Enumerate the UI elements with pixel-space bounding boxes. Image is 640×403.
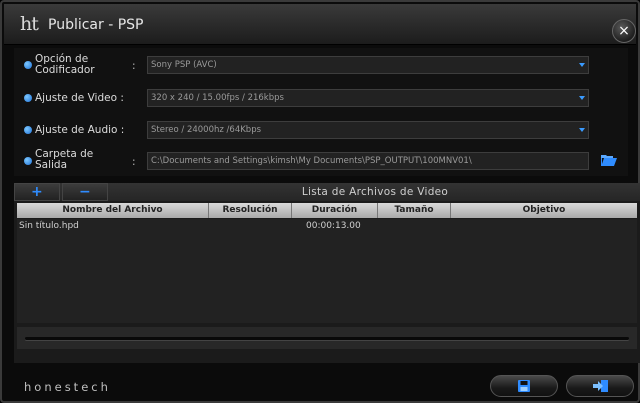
add-file-button[interactable]: +	[14, 183, 60, 201]
minus-icon: −	[79, 184, 91, 200]
column-header-size[interactable]: Tamaño	[378, 203, 451, 218]
column-header-duration[interactable]: Duración	[292, 203, 378, 218]
column-header-resolution[interactable]: Resolución	[209, 203, 292, 218]
output-label-line2: Salida	[35, 159, 68, 171]
folder-open-icon[interactable]	[601, 154, 617, 166]
file-list-body: Sin título.hpd 00:00:13.00	[17, 219, 637, 323]
row-file-name: Sin título.hpd	[19, 221, 79, 231]
settings-panel: Opción de Codificador : Sony PSP (AVC) A…	[14, 48, 628, 176]
plus-icon: +	[31, 184, 43, 200]
brand-logo: honestech	[24, 380, 111, 394]
output-row: Carpeta de Salida : C:\Documents and Set…	[14, 147, 628, 175]
audio-select[interactable]: Stereo / 24000hz /64Kbps	[147, 121, 589, 139]
file-list-header: Nombre del Archivo Resolución Duración T…	[17, 203, 637, 218]
publish-button[interactable]	[566, 375, 634, 397]
file-list-toolbar: + − Lista de Archivos de Video	[14, 183, 640, 201]
file-list-panel: + − Lista de Archivos de Video Nombre de…	[14, 183, 640, 363]
bullet-icon	[24, 61, 32, 69]
dropdown-arrow-icon[interactable]	[579, 128, 585, 132]
bullet-icon	[24, 126, 32, 134]
close-button[interactable]: ×	[612, 19, 636, 43]
file-list-title: Lista de Archivos de Video	[301, 186, 449, 198]
row-duration: 00:00:13.00	[306, 221, 361, 231]
column-header-name[interactable]: Nombre del Archivo	[17, 203, 209, 218]
audio-row: Ajuste de Audio : Stereo / 24000hz /64Kb…	[14, 116, 628, 144]
horizontal-scrollbar[interactable]	[17, 327, 637, 349]
save-icon	[518, 380, 530, 392]
window-title: Publicar - PSP	[48, 17, 144, 33]
publish-window: ht Publicar - PSP × Opción de Codificado…	[0, 0, 640, 403]
encoder-select[interactable]: Sony PSP (AVC)	[147, 56, 589, 74]
app-logo: ht	[20, 13, 39, 35]
encoder-row: Opción de Codificador : Sony PSP (AVC)	[14, 51, 628, 79]
audio-value: Stereo / 24000hz /64Kbps	[151, 125, 262, 135]
publish-icon	[593, 380, 608, 392]
bullet-icon	[24, 157, 32, 165]
encoder-label-line2: Codificador	[35, 64, 95, 76]
video-select[interactable]: 320 x 240 / 15.00fps / 216kbps	[147, 89, 589, 107]
bullet-icon	[24, 94, 32, 102]
output-path-field[interactable]: C:\Documents and Settings\kimsh\My Docum…	[147, 152, 589, 170]
video-row: Ajuste de Video : 320 x 240 / 15.00fps /…	[14, 84, 628, 112]
dropdown-arrow-icon[interactable]	[579, 96, 585, 100]
save-button[interactable]	[490, 375, 558, 397]
encoder-colon: :	[132, 60, 136, 72]
audio-label: Ajuste de Audio :	[35, 124, 125, 136]
video-value: 320 x 240 / 15.00fps / 216kbps	[151, 93, 284, 103]
encoder-value: Sony PSP (AVC)	[151, 60, 217, 70]
video-label: Ajuste de Video :	[35, 92, 124, 104]
dropdown-arrow-icon[interactable]	[579, 63, 585, 67]
column-header-target[interactable]: Objetivo	[451, 203, 637, 218]
title-bar: ht Publicar - PSP	[4, 4, 636, 45]
remove-file-button[interactable]: −	[62, 183, 108, 201]
scrollbar-track[interactable]	[25, 337, 629, 340]
output-colon: :	[132, 156, 136, 168]
